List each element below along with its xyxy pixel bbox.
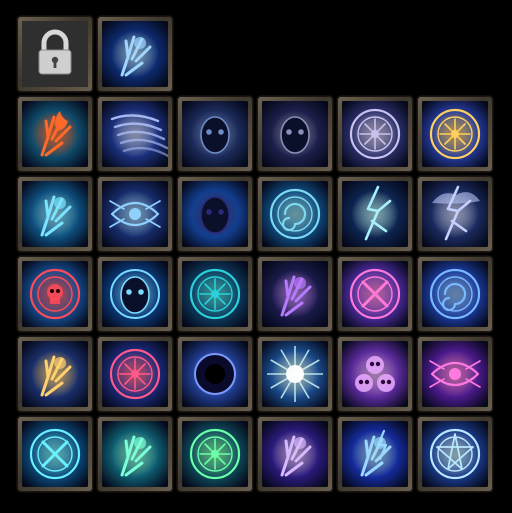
- triple-skull-icon: [342, 341, 408, 407]
- skill-slot-spirit-dancer[interactable]: [97, 256, 173, 332]
- skill-slot-summon-spirit[interactable]: [97, 16, 173, 92]
- dark-spirit-face-icon: [182, 101, 248, 167]
- skill-slot-arcane-cross[interactable]: [337, 256, 413, 332]
- skill-slot-starburst[interactable]: [257, 336, 333, 412]
- skill-slot-vortex[interactable]: [417, 256, 493, 332]
- skill-row: [17, 96, 497, 174]
- padlock-icon: [22, 21, 88, 87]
- runic-circle-icon: [102, 341, 168, 407]
- whirlwind-icon: [102, 101, 168, 167]
- skill-row: [17, 336, 497, 414]
- starburst-icon: [262, 341, 328, 407]
- skill-slot-insect-totem[interactable]: [177, 176, 253, 252]
- skill-slot-spirit-rune[interactable]: [337, 96, 413, 172]
- skill-slot-spiral-seal[interactable]: [257, 176, 333, 252]
- star-pentagram-icon: [422, 421, 488, 487]
- shadow-knight-icon: [262, 101, 328, 167]
- skill-slot-star-pentagram[interactable]: [417, 416, 493, 492]
- skill-slot-ice-claw[interactable]: [17, 176, 93, 252]
- mystic-hand-icon: [262, 421, 328, 487]
- skill-slot-spirit-mage[interactable]: [97, 176, 173, 252]
- ice-claw-icon: [22, 181, 88, 247]
- jade-seal-icon: [182, 421, 248, 487]
- skill-slot-golden-sigil[interactable]: [417, 96, 493, 172]
- skill-slot-storm-cloud[interactable]: [417, 176, 493, 252]
- skill-slot-triple-skull[interactable]: [337, 336, 413, 412]
- skill-slot-shadow-grasp[interactable]: [257, 256, 333, 332]
- arcane-cross-circle-icon: [342, 261, 408, 327]
- thunder-fist-icon: [342, 421, 408, 487]
- spirit-palm-icon: [102, 421, 168, 487]
- fire-in-hand-icon: [22, 101, 88, 167]
- crossed-seal-icon: [22, 421, 88, 487]
- skill-grid: [17, 16, 497, 496]
- skill-row: [17, 16, 177, 94]
- skill-slot-crimson-sigil[interactable]: [17, 256, 93, 332]
- insect-totem-icon: [182, 181, 248, 247]
- skill-slot-fire-hand[interactable]: [17, 96, 93, 172]
- skill-slot-crossed-seal[interactable]: [17, 416, 93, 492]
- glowing-hand-spirit-icon: [102, 21, 168, 87]
- vortex-icon: [422, 261, 488, 327]
- golden-sigil-icon: [422, 101, 488, 167]
- skill-row: [17, 256, 497, 334]
- skill-slot-light-finger[interactable]: [17, 336, 93, 412]
- shadow-grasp-icon: [262, 261, 328, 327]
- skill-row: [17, 416, 497, 494]
- skill-slot-thunder-fist[interactable]: [337, 416, 413, 492]
- skill-slot-lightning[interactable]: [337, 176, 413, 252]
- skill-slot-locked[interactable]: [17, 16, 93, 92]
- skill-slot-runic-circle[interactable]: [97, 336, 173, 412]
- winged-eye-icon: [422, 341, 488, 407]
- knot-seal-icon: [182, 261, 248, 327]
- spiral-seal-icon: [262, 181, 328, 247]
- skill-slot-spirit-palm[interactable]: [97, 416, 173, 492]
- skill-slot-void-portal[interactable]: [177, 336, 253, 412]
- skill-row: [17, 176, 497, 254]
- storm-cloud-icon: [422, 181, 488, 247]
- void-portal-icon: [182, 341, 248, 407]
- skill-slot-shadow-knight[interactable]: [257, 96, 333, 172]
- skill-slot-whirlwind[interactable]: [97, 96, 173, 172]
- glowing-eyes-mage-icon: [102, 181, 168, 247]
- skill-slot-mystic-hand[interactable]: [257, 416, 333, 492]
- spirit-rune-circle-icon: [342, 101, 408, 167]
- spirit-dancer-orb-icon: [102, 261, 168, 327]
- skill-slot-dark-spirit[interactable]: [177, 96, 253, 172]
- glowing-finger-icon: [22, 341, 88, 407]
- crimson-skull-sigil-icon: [22, 261, 88, 327]
- skill-slot-jade-seal[interactable]: [177, 416, 253, 492]
- skill-slot-knot-seal[interactable]: [177, 256, 253, 332]
- skill-slot-all-seeing-eye[interactable]: [417, 336, 493, 412]
- lightning-icon: [342, 181, 408, 247]
